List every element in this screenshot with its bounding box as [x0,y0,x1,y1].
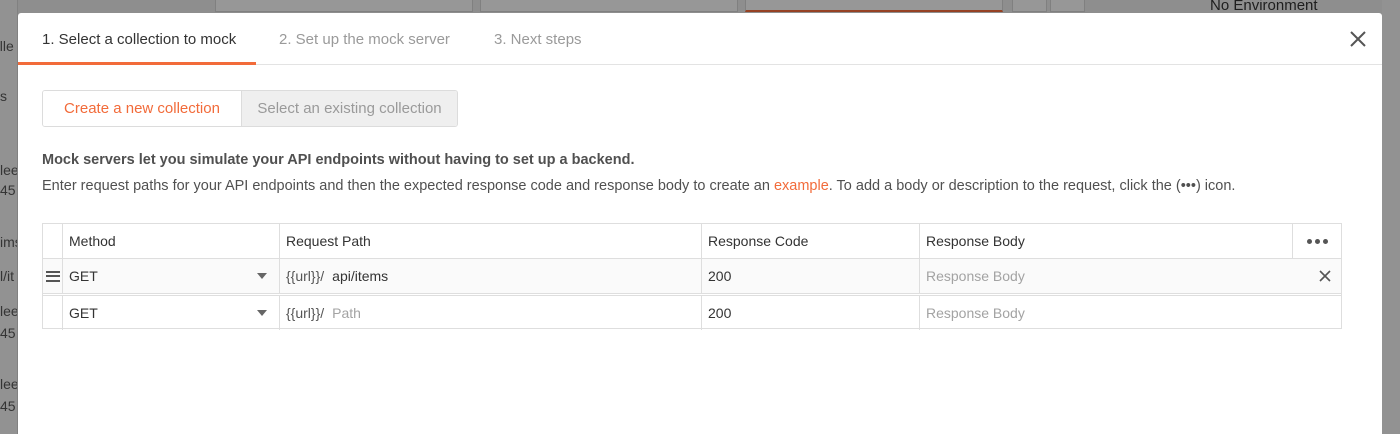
close-icon[interactable] [1347,28,1369,50]
response-code-field[interactable]: 200 [701,259,919,293]
code-header: Response Code [701,224,919,258]
chevron-down-icon [257,310,267,316]
method-select[interactable]: GET [62,296,279,330]
description-text: Enter request paths for your API endpoin… [42,178,774,194]
description-text: . To add a body or description to the re… [828,178,1236,194]
response-body-field[interactable]: Response Body [919,259,1341,293]
request-path-value: api/items [332,268,389,284]
endpoints-table: Method Request Path Response Code Respon… [42,223,1342,330]
path-header: Request Path [279,224,701,258]
request-path-field[interactable]: {{url}}/ api/items [279,259,701,293]
method-header: Method [62,224,279,258]
tab-setup-mock-server[interactable]: 2. Set up the mock server [279,31,450,48]
response-code-field[interactable]: 200 [701,296,919,330]
request-path-field[interactable]: {{url}}/ Path [279,296,701,330]
active-tab-indicator [18,62,256,65]
response-body-field[interactable]: Response Body [919,296,1341,330]
url-prefix: {{url}}/ [286,305,325,321]
mock-server-modal: 1. Select a collection to mock 2. Set up… [18,13,1382,434]
delete-row-icon[interactable] [1317,268,1333,284]
body-header: Response Body [919,224,1292,258]
url-prefix: {{url}}/ [286,268,325,284]
method-value: GET [69,268,98,284]
select-existing-collection-button[interactable]: Select an existing collection [241,91,457,126]
response-body-placeholder: Response Body [926,268,1025,284]
response-body-placeholder: Response Body [926,305,1025,321]
method-value: GET [69,305,98,321]
method-select[interactable]: GET [62,259,279,293]
wizard-tabs: 1. Select a collection to mock 2. Set up… [18,13,1382,65]
request-path-placeholder: Path [332,305,361,321]
handle-header [43,224,62,258]
more-options-icon[interactable] [1292,224,1341,258]
description-body: Enter request paths for your API endpoin… [42,178,1235,194]
tab-select-collection[interactable]: 1. Select a collection to mock [42,31,236,48]
description-title: Mock servers let you simulate your API e… [42,152,635,168]
drag-handle-icon[interactable] [43,259,62,293]
chevron-down-icon [257,273,267,279]
example-link[interactable]: example [774,178,829,194]
table-row: GET {{url}}/ Path 200 Response Body [43,295,1341,330]
table-header: Method Request Path Response Code Respon… [43,224,1341,259]
table-row: GET {{url}}/ api/items 200 Response Body [43,259,1341,294]
collection-source-toggle: Create a new collection Select an existi… [42,90,458,127]
tab-next-steps[interactable]: 3. Next steps [494,31,582,48]
create-new-collection-button[interactable]: Create a new collection [43,91,241,126]
handle-cell [43,296,62,330]
